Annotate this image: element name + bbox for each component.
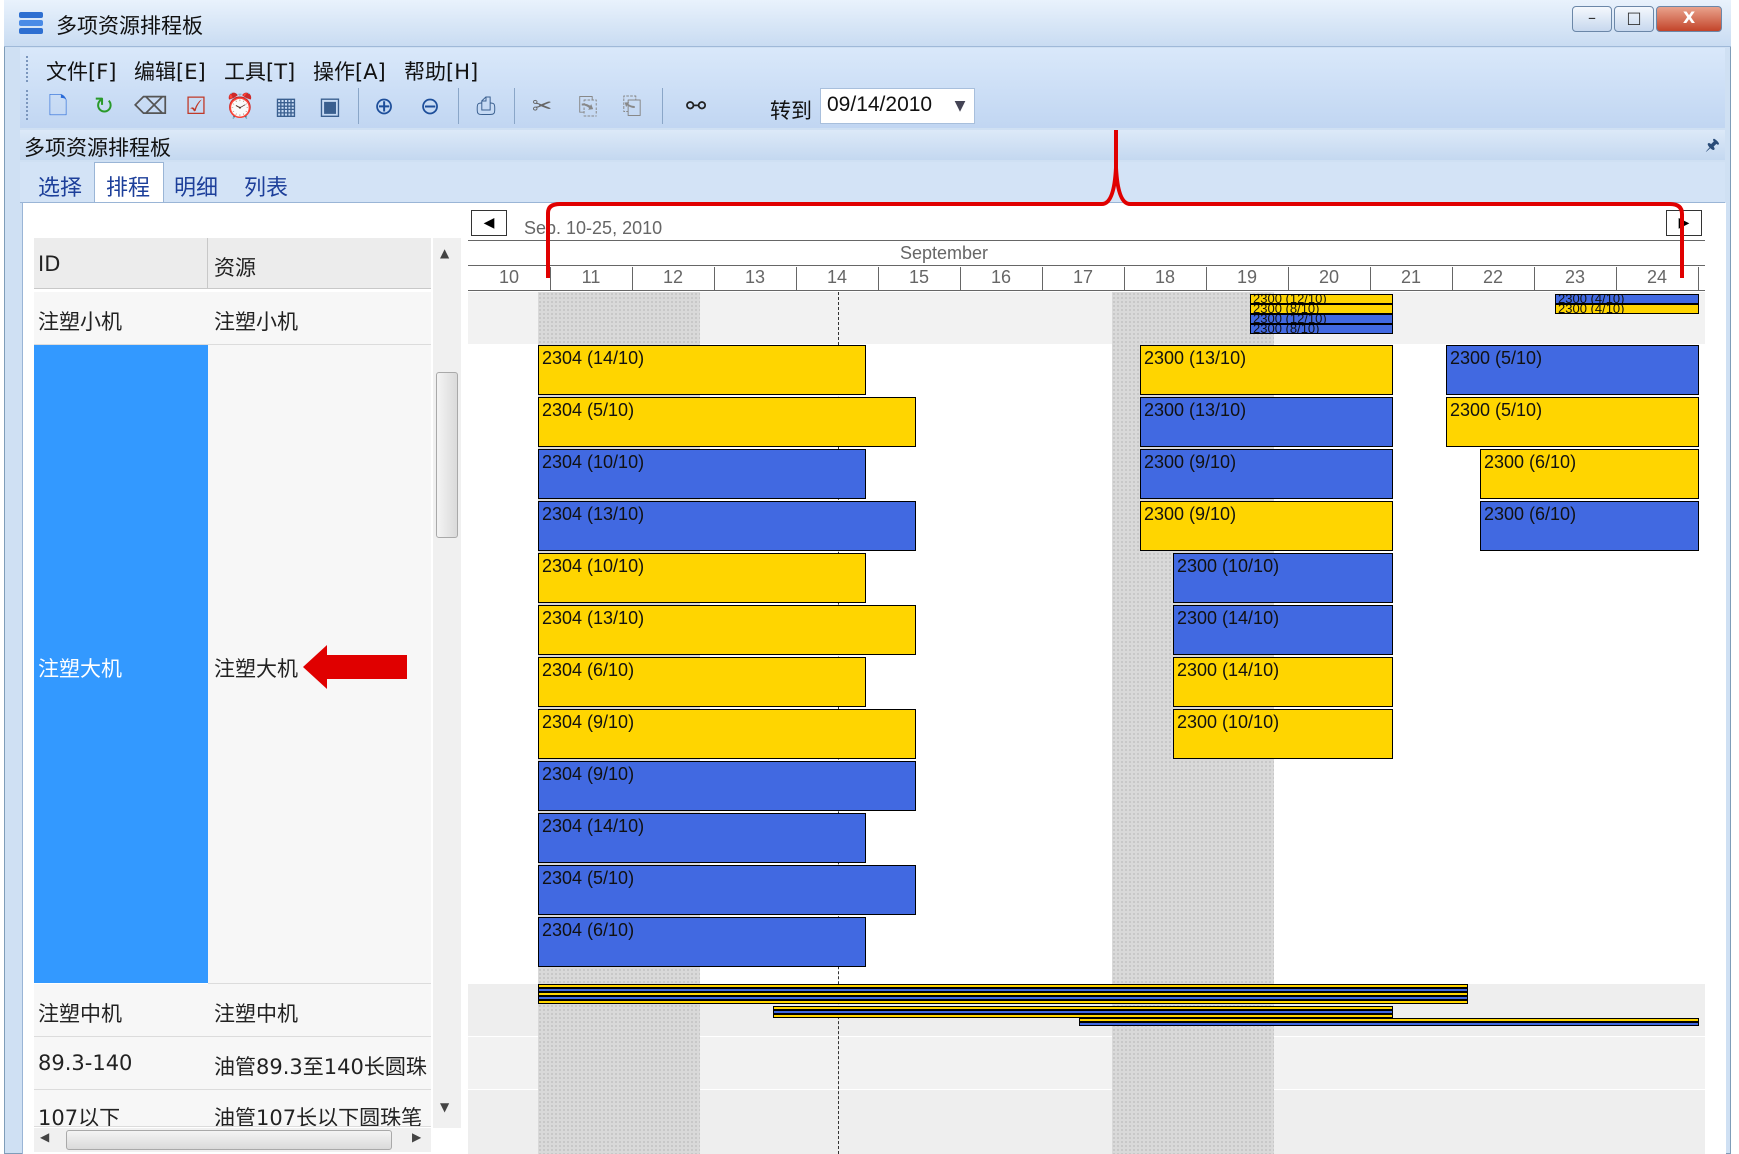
schedule-bar[interactable]: 2304 (10/10)	[538, 553, 866, 603]
column-divider[interactable]	[207, 238, 208, 288]
schedule-bar[interactable]: 2300 (6/10)	[1480, 501, 1699, 551]
window-title: 多项资源排程板	[56, 14, 203, 38]
scroll-down-icon[interactable]: ▼	[440, 1100, 449, 1114]
schedule-bar[interactable]: 2304 (14/10)	[538, 345, 866, 395]
day-label: 10	[498, 267, 520, 287]
checklist-icon[interactable]: ☑	[180, 90, 212, 122]
row-resource: 注塑小机	[214, 310, 298, 334]
eraser-icon[interactable]: ⌫	[134, 90, 168, 122]
app-icon	[18, 11, 44, 35]
zoom-out-icon[interactable]: ⊖	[414, 90, 446, 122]
pin-icon[interactable]: 🖈	[1705, 134, 1720, 161]
chevron-down-icon[interactable]: ▼	[946, 89, 974, 123]
copy-icon[interactable]: ⎘	[572, 90, 604, 122]
schedule-bar-compact[interactable]	[538, 1000, 1468, 1004]
horizontal-scroll-thumb[interactable]	[66, 1130, 392, 1150]
close-button[interactable]: X	[1656, 6, 1722, 32]
menu-action[interactable]: 操作[A]	[313, 56, 386, 86]
schedule-bar[interactable]: 2300 (14/10)	[1173, 657, 1393, 707]
row-resource: 注塑大机	[214, 657, 298, 681]
schedule-bar[interactable]: 2300 (12/10)	[1250, 314, 1393, 324]
panel-title: 多项资源排程板	[24, 136, 171, 160]
schedule-bar-compact[interactable]	[1079, 1022, 1699, 1026]
row-id: 注塑小机	[38, 310, 122, 334]
toolbar-separator	[358, 88, 359, 124]
schedule-bar[interactable]: 2304 (5/10)	[538, 865, 916, 915]
schedule-bar[interactable]: 2300 (9/10)	[1140, 501, 1393, 551]
vertical-scroll-thumb[interactable]	[436, 372, 458, 538]
menu-file[interactable]: 文件[F]	[46, 56, 116, 86]
menubar-grip[interactable]	[26, 56, 31, 82]
image-icon[interactable]: ▣	[314, 90, 346, 122]
column-header-resource[interactable]: 资源	[214, 252, 256, 282]
schedule-bar[interactable]: 2300 (8/10)	[1250, 304, 1393, 314]
maximize-button[interactable]: □	[1614, 6, 1654, 32]
print-icon[interactable]: ⎙	[470, 90, 502, 122]
schedule-bar[interactable]: 2300 (10/10)	[1173, 709, 1393, 759]
refresh-icon[interactable]: ↻	[88, 90, 120, 122]
schedule-bar[interactable]: 2304 (9/10)	[538, 761, 916, 811]
cut-icon[interactable]: ✂	[526, 90, 558, 122]
schedule-bar[interactable]: 2300 (13/10)	[1140, 397, 1393, 447]
schedule-bar[interactable]: 2300 (10/10)	[1173, 553, 1393, 603]
column-header-id[interactable]: ID	[38, 252, 60, 276]
schedule-bar[interactable]: 2300 (6/10)	[1480, 449, 1699, 499]
row-resource: 注塑中机	[214, 1002, 298, 1026]
calendar-icon[interactable]: ▦	[270, 90, 302, 122]
row-id: 89.3-140	[38, 1051, 133, 1075]
schedule-bar[interactable]: 2304 (9/10)	[538, 709, 916, 759]
zoom-in-icon[interactable]: ⊕	[368, 90, 400, 122]
menu-tools[interactable]: 工具[T]	[224, 56, 295, 86]
day-tick	[1698, 267, 1699, 290]
toolbar-separator	[514, 88, 515, 124]
paste-icon[interactable]: ⎗	[616, 90, 648, 122]
toolbar-separator	[458, 88, 459, 124]
timescale-border	[468, 290, 1705, 291]
annotation-arrow	[323, 655, 407, 679]
schedule-bar[interactable]: 2300 (12/10)	[1250, 294, 1393, 304]
tab-select[interactable]: 选择	[38, 170, 82, 202]
schedule-bar[interactable]: 2300 (4/10)	[1555, 304, 1699, 314]
toolbar-grip[interactable]	[26, 90, 31, 120]
row-resource: 油管89.3至140长圆珠	[214, 1055, 427, 1079]
tab-schedule[interactable]: 排程	[106, 170, 150, 202]
schedule-bar[interactable]: 2300 (9/10)	[1140, 449, 1393, 499]
toolbar-separator	[662, 88, 663, 124]
goto-label: 转到	[770, 99, 812, 123]
alarm-icon[interactable]: ⏰	[224, 90, 256, 122]
row-id: 注塑中机	[38, 1002, 122, 1026]
menu-help[interactable]: 帮助[H]	[404, 56, 478, 86]
schedule-bar[interactable]: 2300 (14/10)	[1173, 605, 1393, 655]
schedule-bar[interactable]: 2304 (10/10)	[538, 449, 866, 499]
new-icon[interactable]: 🗋	[42, 90, 74, 122]
schedule-bar[interactable]: 2300 (8/10)	[1250, 324, 1393, 334]
scroll-right-icon[interactable]: ▶	[412, 1130, 421, 1144]
menu-edit[interactable]: 编辑[E]	[134, 56, 206, 86]
find-icon[interactable]: ⚯	[680, 90, 712, 122]
scroll-left-icon[interactable]: ◀	[40, 1130, 49, 1144]
minimize-button[interactable]: –	[1572, 6, 1612, 32]
schedule-bar[interactable]: 2304 (6/10)	[538, 917, 866, 967]
schedule-bar[interactable]: 2304 (13/10)	[538, 605, 916, 655]
schedule-bar[interactable]: 2304 (5/10)	[538, 397, 916, 447]
schedule-bar[interactable]: 2300 (4/10)	[1555, 294, 1699, 304]
row-resource: 油管107长以下圆珠笔	[214, 1106, 423, 1126]
scroll-up-icon[interactable]: ▲	[440, 246, 449, 260]
annotation-bracket	[546, 130, 1684, 278]
schedule-bar[interactable]: 2304 (14/10)	[538, 813, 866, 863]
timeline-prev-button[interactable]: ◀	[471, 210, 507, 236]
schedule-bar[interactable]: 2300 (5/10)	[1446, 345, 1699, 395]
row-id: 107以下	[38, 1106, 121, 1126]
schedule-bar[interactable]: 2300 (5/10)	[1446, 397, 1699, 447]
tab-list[interactable]: 列表	[244, 170, 288, 202]
title-bar[interactable]	[4, 0, 1731, 47]
row-id: 注塑大机	[38, 657, 122, 681]
schedule-bar[interactable]: 2304 (6/10)	[538, 657, 866, 707]
tab-detail[interactable]: 明细	[174, 170, 218, 202]
schedule-bar[interactable]: 2300 (13/10)	[1140, 345, 1393, 395]
schedule-bar[interactable]: 2304 (13/10)	[538, 501, 916, 551]
